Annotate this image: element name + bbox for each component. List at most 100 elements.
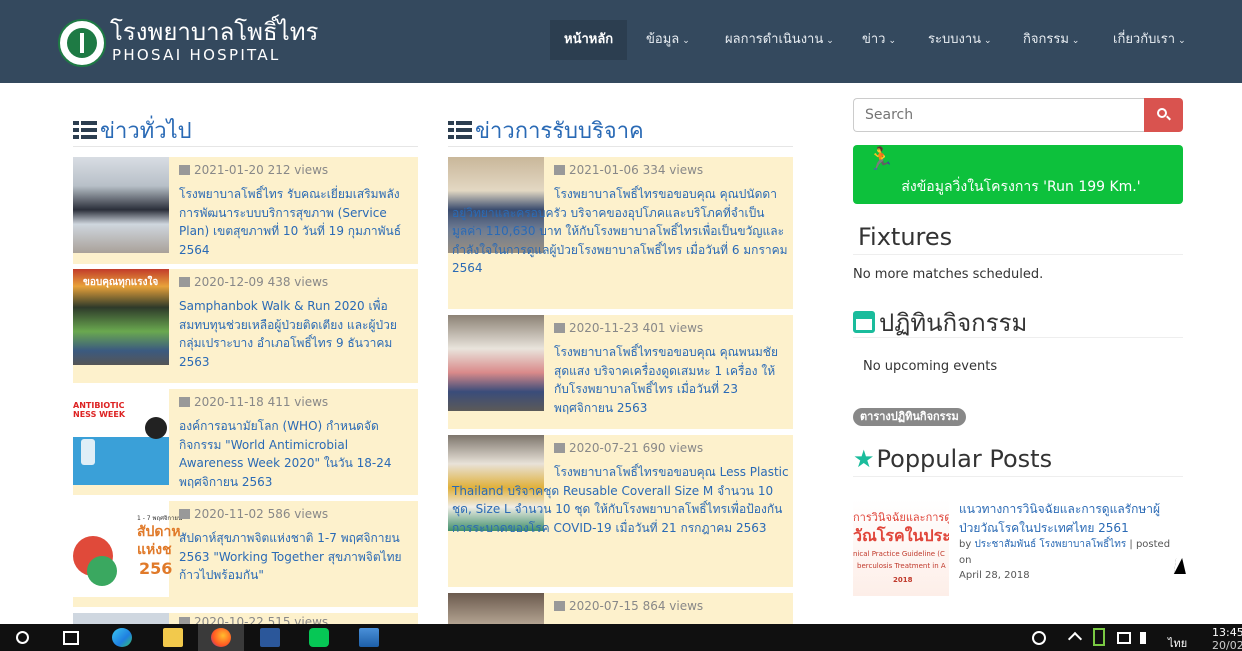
network-icon[interactable] [1117, 632, 1131, 644]
thumb-text: 2018 [893, 576, 913, 584]
news-thumbnail[interactable]: ขอบคุณทุกแรงใจ [73, 269, 169, 365]
popular-title-text: Poppular Posts [876, 445, 1053, 473]
file-explorer-icon[interactable] [163, 628, 183, 647]
news-thumbnail[interactable] [73, 613, 169, 624]
thumb-text: nical Practice Guideline (C [853, 550, 945, 558]
popular-post-title-link[interactable]: แนวทางการวินิจฉัยและการดูแลรักษาผู้ป่วยว… [959, 500, 1179, 537]
brand-name-thai[interactable]: โรงพยาบาลโพธิ์ไทร [110, 18, 318, 46]
post-author-link[interactable]: ประชาสัมพันธ์ โรงพยาบาลโพธิ์ไทร [974, 539, 1126, 550]
calendar-icon [554, 443, 565, 453]
popular-post-meta: by ประชาสัมพันธ์ โรงพยาบาลโพธิ์ไทร | pos… [959, 537, 1179, 584]
calendar-icon [853, 311, 875, 333]
clock-illustration [145, 417, 167, 439]
system-clock[interactable]: 13:4520/02/2 [1212, 626, 1242, 651]
news-views: 515 views [267, 615, 329, 624]
nav-label: ข่าว [862, 32, 886, 47]
news-meta: 2021-01-06 334 views [554, 163, 703, 177]
people-icon[interactable] [1032, 631, 1046, 645]
news-title-link[interactable]: Samphanbok Walk & Run 2020 เพื่อสมทบทุนช… [179, 297, 414, 371]
chevron-down-icon: ⌄ [1071, 36, 1080, 46]
calendar-icon [554, 601, 565, 611]
news-views: 411 views [267, 395, 329, 409]
thumb-text: NESS WEEK [73, 410, 126, 419]
search-input[interactable] [853, 98, 1145, 132]
nav-label: ผลการดำเนินงาน [725, 32, 824, 47]
clock-time: 13:45 [1212, 626, 1242, 639]
calendar-icon [179, 397, 190, 407]
popular-posts-title: ★Poppular Posts [853, 445, 1183, 477]
post-by-label: by [959, 539, 972, 550]
news-date: 2020-10-22 [194, 615, 264, 624]
nav-label: ระบบงาน [928, 32, 982, 47]
nav-activities[interactable]: กิจกรรม ⌄ [1023, 20, 1079, 60]
news-card[interactable]: 2020-07-21 690 views โรงพยาบาลโพธิ์ไทรขอ… [448, 435, 793, 587]
nav-info[interactable]: ข้อมูล ⌄ [646, 20, 690, 60]
news-card[interactable]: 2021-01-06 334 views โรงพยาบาลโพธิ์ไทรขอ… [448, 157, 793, 309]
news-views: 401 views [642, 321, 704, 335]
news-card[interactable]: 2020-07-15 864 views [448, 593, 793, 624]
calendar-icon [179, 277, 190, 287]
news-title-link[interactable]: สัปดาห์สุขภาพจิตแห่งชาติ 1-7 พฤศจิกายน 2… [179, 529, 414, 585]
word-icon[interactable] [260, 628, 280, 647]
run-project-banner[interactable]: 🏃 ส่งข้อมูลวิ่งในโครงการ 'Run 199 Km.' [853, 145, 1183, 204]
section-title[interactable]: ข่าวการรับบริจาค [475, 119, 644, 144]
news-title-link[interactable]: องค์การอนามัยโลก (WHO) กำหนดจัดกิจกรรม "… [179, 417, 414, 491]
news-thumbnail[interactable]: 1 - 7 พฤศจิกายน สัปดาห แห่งช 256 [73, 501, 182, 597]
news-meta: 2020-12-09 438 views [179, 275, 328, 289]
news-views: 438 views [267, 275, 329, 289]
news-thumbnail[interactable] [448, 315, 544, 411]
news-thumbnail[interactable]: ANTIBIOTIC NESS WEEK [73, 389, 169, 485]
donation-news-heading: ข่าวการรับบริจาค [448, 117, 793, 147]
nav-home[interactable]: หน้าหลัก [550, 20, 628, 60]
section-title[interactable]: ข่าวทั่วไป [100, 119, 192, 144]
brand-name-english[interactable]: PHOSAI HOSPITAL [112, 46, 281, 64]
nav-performance[interactable]: ผลการดำเนินงาน ⌄ [725, 20, 834, 60]
chevron-down-icon: ⌄ [888, 36, 897, 46]
run-banner-text: ส่งข้อมูลวิ่งในโครงการ 'Run 199 Km.' [901, 179, 1141, 195]
chevron-up-icon[interactable] [1067, 631, 1083, 647]
news-card[interactable]: 2020-10-22 515 views [73, 613, 418, 624]
line-app-icon[interactable] [309, 628, 329, 647]
chevron-down-icon: ⌄ [1178, 36, 1186, 46]
chevron-down-icon: ⌄ [984, 36, 992, 46]
news-meta: 2020-07-15 864 views [554, 599, 703, 613]
thumb-banner-text: ขอบคุณทุกแรงใจ [83, 277, 159, 288]
edge-icon[interactable] [112, 628, 132, 647]
news-title-link[interactable]: โรงพยาบาลโพธิ์ไทรขอขอบคุณ คุณพนมชัย สุดแ… [554, 343, 789, 417]
news-date: 2020-12-09 [194, 275, 264, 289]
battery-icon[interactable] [1093, 628, 1105, 646]
news-meta: 2020-11-02 586 views [179, 507, 328, 521]
nav-news[interactable]: ข่าว ⌄ [862, 20, 896, 60]
news-card[interactable]: ขอบคุณทุกแรงใจ 2020-12-09 438 views Samp… [73, 269, 418, 383]
popular-post-thumbnail[interactable]: การวินิจฉัยและการดูแ วัณโรคในประเท nical… [853, 500, 949, 596]
search-button[interactable] [1144, 98, 1183, 132]
nav-systems[interactable]: ระบบงาน ⌄ [928, 20, 992, 60]
news-card[interactable]: 2021-01-20 212 views โรงพยาบาลโพธิ์ไทร ร… [73, 157, 418, 264]
news-title-link[interactable]: โรงพยาบาลโพธิ์ไทร รับคณะเยี่ยมเสริมพลัง … [179, 185, 414, 259]
task-view-icon[interactable] [63, 631, 79, 645]
news-date: 2020-11-23 [569, 321, 639, 335]
news-thumbnail[interactable] [448, 593, 544, 624]
news-title-link[interactable]: โรงพยาบาลโพธิ์ไทรขอขอบคุณ คุณปนัดดา อยู่… [452, 185, 789, 278]
hospital-logo[interactable] [58, 19, 106, 67]
calendar-schedule-link[interactable]: ตารางปฏิทินกิจกรรม [853, 408, 966, 426]
nav-label: กิจกรรม [1023, 32, 1069, 47]
thumb-text: 256 [139, 559, 173, 578]
news-card[interactable]: 2020-11-23 401 views โรงพยาบาลโพธิ์ไทรขอ… [448, 315, 793, 429]
news-views: 586 views [267, 507, 329, 521]
calendar-icon [554, 323, 565, 333]
photos-icon[interactable] [359, 628, 379, 647]
news-card[interactable]: 1 - 7 พฤศจิกายน สัปดาห แห่งช 256 2020-11… [73, 501, 418, 607]
firefox-icon[interactable] [211, 628, 231, 647]
input-language[interactable]: ไทย [1168, 634, 1187, 651]
search-icon[interactable] [16, 631, 29, 644]
post-date: April 28, 2018 [959, 570, 1030, 581]
list-icon [73, 121, 97, 139]
mouse-cursor [1173, 558, 1189, 574]
calendar-icon [179, 617, 190, 624]
nav-about[interactable]: เกี่ยวกับเรา ⌄ [1113, 20, 1186, 60]
news-card[interactable]: ANTIBIOTIC NESS WEEK 2020-11-18 411 view… [73, 389, 418, 495]
news-thumbnail[interactable] [73, 157, 169, 253]
volume-icon[interactable] [1140, 632, 1154, 644]
news-title-link[interactable]: โรงพยาบาลโพธิ์ไทรขอขอบคุณ Less Plastic T… [452, 463, 789, 537]
